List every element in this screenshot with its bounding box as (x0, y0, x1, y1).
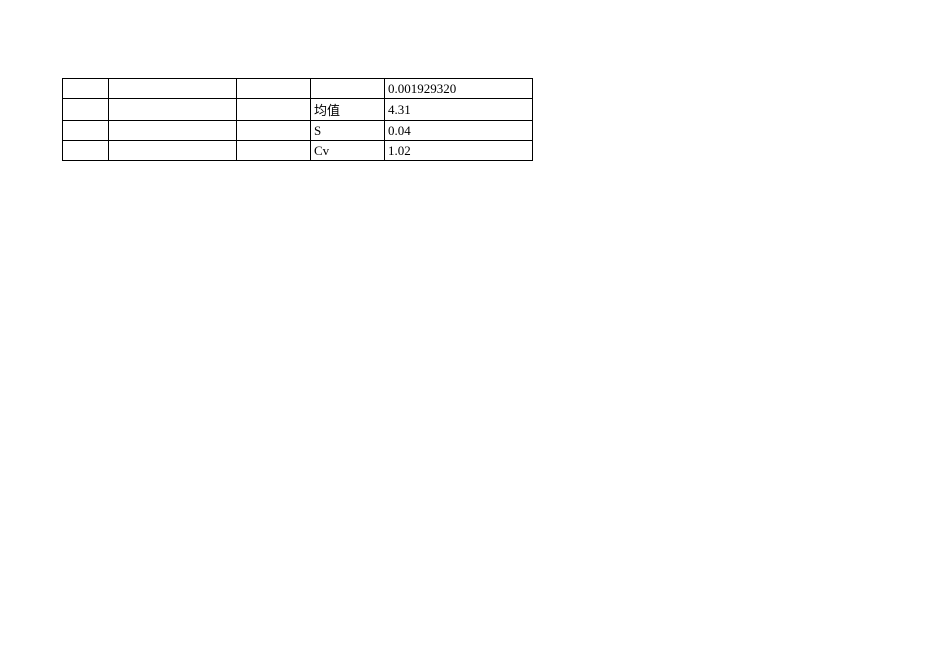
table-row: S 0.04 (63, 121, 533, 141)
cell-blank (63, 121, 109, 141)
cell-blank (63, 79, 109, 99)
cell-value-s: 0.04 (385, 121, 533, 141)
cell-blank (63, 141, 109, 161)
table-row: 均值 4.31 (63, 99, 533, 121)
cell-label-cv: Cv (311, 141, 385, 161)
cell-blank (109, 121, 237, 141)
cell-blank (237, 79, 311, 99)
cell-blank (109, 99, 237, 121)
cell-blank (109, 141, 237, 161)
cell-blank (109, 79, 237, 99)
cell-blank (237, 141, 311, 161)
document-page: 0.001929320 均值 4.31 S 0.04 Cv 1.02 (0, 0, 945, 668)
cell-value-mean: 4.31 (385, 99, 533, 121)
cell-value: 0.001929320 (385, 79, 533, 99)
stats-table: 0.001929320 均值 4.31 S 0.04 Cv 1.02 (62, 78, 533, 161)
cell-label-s: S (311, 121, 385, 141)
cell-blank (237, 121, 311, 141)
cell-label-mean: 均值 (311, 99, 385, 121)
cell-blank (63, 99, 109, 121)
table-row: 0.001929320 (63, 79, 533, 99)
cell-value-cv: 1.02 (385, 141, 533, 161)
cell-label (311, 79, 385, 99)
cell-blank (237, 99, 311, 121)
table-row: Cv 1.02 (63, 141, 533, 161)
